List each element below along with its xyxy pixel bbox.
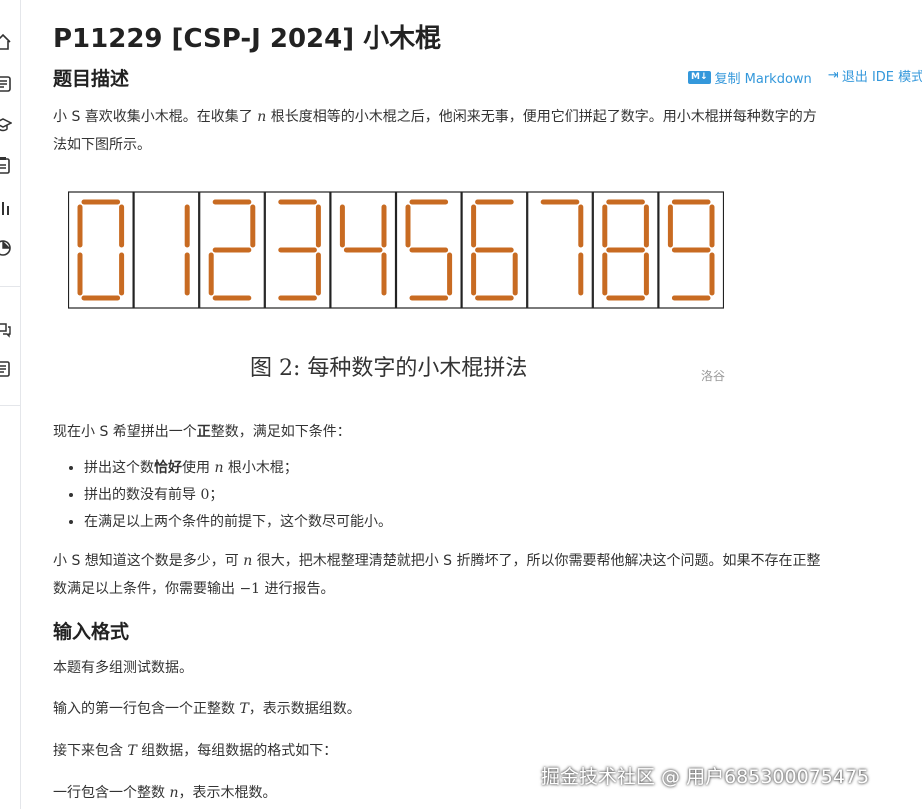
digit-3 xyxy=(264,191,331,309)
explanation-paragraph: 小 S 想知道这个数是多少，可 n 很大，把木棍整理清楚就把小 S 折腾坏了，所… xyxy=(53,553,821,597)
luogu-watermark: 洛谷 xyxy=(701,369,726,383)
input-line-3: 接下来包含 T 组数据，每组数据的格式如下： xyxy=(53,743,338,759)
home-icon[interactable] xyxy=(0,33,14,53)
markdown-icon: M↓ xyxy=(688,71,711,84)
pie-chart-icon[interactable] xyxy=(0,239,14,259)
digit-6 xyxy=(461,191,528,309)
seven-segment-figure xyxy=(68,191,724,309)
list-item: 在满足以上两个条件的前提下，这个数尽可能小。 xyxy=(84,509,392,536)
exit-ide-button[interactable]: ⇥ 退出 IDE 模式 xyxy=(828,66,922,85)
page-watermark: 掘金技术社区 @ 用户685300075475 xyxy=(541,766,870,788)
figure-caption: 图 2: 每种数字的小木棍拼法 xyxy=(250,356,528,381)
document-icon[interactable] xyxy=(0,360,14,380)
digit-8 xyxy=(592,191,659,309)
list-item: 拼出的数没有前导 0； xyxy=(84,482,392,509)
section-heading-input-format: 输入格式 xyxy=(53,621,130,643)
input-line-4: 一行包含一个整数 n，表示木棍数。 xyxy=(53,785,277,801)
chat-icon[interactable] xyxy=(0,320,14,340)
input-line-2: 输入的第一行包含一个正整数 T，表示数据组数。 xyxy=(53,701,361,717)
input-line-1: 本题有多组测试数据。 xyxy=(53,660,193,676)
page-title: P11229 [CSP-J 2024] 小木棍 xyxy=(53,24,442,54)
list-item: 拼出这个数恰好使用 n 根小木棍； xyxy=(84,455,392,482)
copy-markdown-label: 复制 Markdown xyxy=(714,72,812,87)
list-icon[interactable] xyxy=(0,75,14,95)
digit-2 xyxy=(199,191,265,309)
problem-toolbar: M↓ 复制 Markdown ⇥ 退出 IDE 模式 xyxy=(688,66,922,87)
digit-1 xyxy=(133,191,200,309)
exit-icon: ⇥ xyxy=(827,68,839,83)
digit-0 xyxy=(68,191,134,309)
graduation-cap-icon[interactable] xyxy=(0,116,14,136)
conditions-list: 拼出这个数恰好使用 n 根小木棍； 拼出的数没有前导 0； 在满足以上两个条件的… xyxy=(64,455,392,536)
exit-ide-label: 退出 IDE 模式 xyxy=(841,70,922,85)
digit-9 xyxy=(658,191,724,309)
digit-7 xyxy=(527,191,593,309)
digit-4 xyxy=(330,191,397,309)
bar-chart-icon[interactable] xyxy=(0,199,14,219)
copy-markdown-button[interactable]: M↓ 复制 Markdown xyxy=(688,68,812,87)
intro-paragraph: 小 S 喜欢收集小木棍。在收集了 n 根长度相等的小木棍之后，他闲来无事，便用它… xyxy=(53,109,817,153)
digit-5 xyxy=(395,191,462,309)
section-heading-description: 题目描述 xyxy=(53,68,130,90)
left-sidebar xyxy=(0,0,21,809)
conditions-lead: 现在小 S 希望拼出一个正整数，满足如下条件： xyxy=(53,424,351,440)
clipboard-icon[interactable] xyxy=(0,156,14,176)
